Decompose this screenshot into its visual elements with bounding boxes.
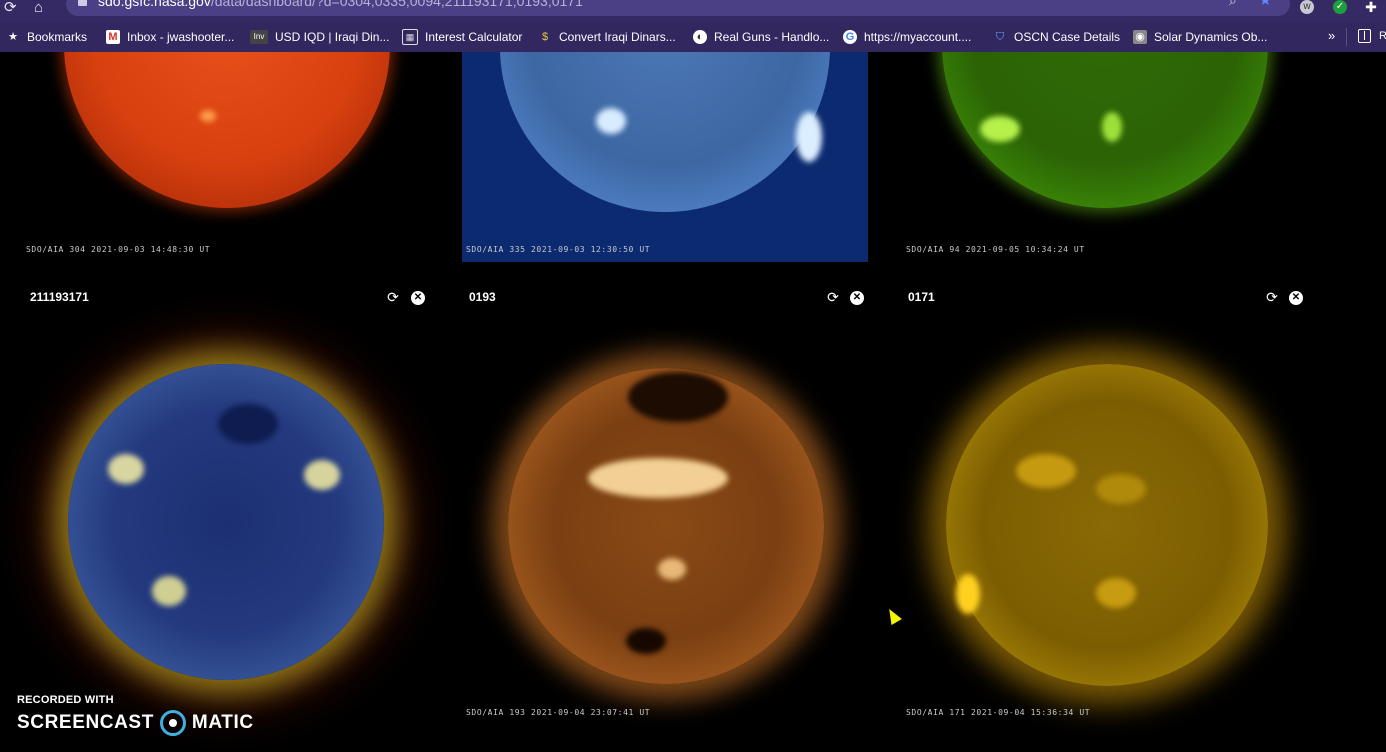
panel-header-0193: 0193 ⟳ ✕ [469,286,869,310]
close-icon[interactable]: ✕ [1289,291,1303,305]
sun-image-94 [942,52,1268,208]
bookmark-item[interactable]: M Inbox - jwashooter... [106,22,234,52]
bookmark-item[interactable]: Ghttps://myaccount.... [843,22,971,52]
url-text: sdo.gsfc.nasa.gov/data/dashboard/?d=0304… [98,0,583,9]
close-icon[interactable]: ✕ [411,291,425,305]
bookmark-item[interactable]: ◐ Real Guns - Handlo... [693,22,829,52]
refresh-icon[interactable]: ⟳ [826,290,840,305]
panel-header-0171: 0171 ⟳ ✕ [908,286,1308,310]
calculator-icon: ▦ [402,29,418,45]
image-caption: SDO/AIA 335 2021-09-03 12:30:50 UT [466,245,651,254]
image-caption: SDO/AIA 94 2021-09-05 10:34:24 UT [906,245,1085,254]
investing-icon: Inv [250,30,268,44]
separator [1346,28,1347,46]
address-bar[interactable]: sdo.gsfc.nasa.gov/data/dashboard/?d=0304… [66,0,1290,16]
sdo-image-panel-211193171[interactable] [22,322,428,730]
reading-list-icon[interactable] [1358,29,1371,43]
refresh-icon[interactable]: ⟳ [386,290,400,305]
refresh-icon[interactable]: ⟳ [1265,290,1279,305]
reload-icon[interactable]: ⟳ [4,0,17,19]
globe-icon: ◐ [693,30,707,44]
gmail-icon: M [106,30,120,44]
close-icon[interactable]: ✕ [850,291,864,305]
shield-icon: ⛉ [995,31,1005,43]
sun-image-335 [500,52,830,212]
reading-list-label: R [1379,30,1386,42]
sdo-image-panel-0193[interactable]: SDO/AIA 193 2021-09-04 23:07:41 UT [462,322,868,730]
bookmark-item[interactable]: Inv USD IQD | Iraqi Din... [250,22,389,52]
image-caption: SDO/AIA 171 2021-09-04 15:36:34 UT [906,708,1091,717]
more-bookmarks-icon[interactable]: » [1328,28,1335,43]
search-icon[interactable]: ⌕ [1229,0,1237,8]
sdo-icon: ◉ [1133,30,1147,44]
browser-toolbar: ⟳ ⌂ sdo.gsfc.nasa.gov/data/dashboard/?d=… [0,0,1386,22]
sun-image-211193171 [68,364,384,680]
sdo-image-panel-0171[interactable]: SDO/AIA 171 2021-09-04 15:36:34 UT [902,322,1308,730]
check-extension-icon[interactable]: ✓ [1333,0,1347,14]
sdo-image-panel-304[interactable]: SDO/AIA 304 2021-09-03 14:48:30 UT [22,52,428,262]
image-caption: SDO/AIA 304 2021-09-03 14:48:30 UT [26,245,211,254]
sdo-image-panel-94[interactable]: SDO/AIA 94 2021-09-05 10:34:24 UT [902,52,1308,262]
puzzle-icon[interactable]: ✚ [1364,0,1378,14]
lock-icon [78,0,87,6]
panel-title: 211193171 [30,290,89,304]
mouse-cursor-icon [884,606,902,625]
image-caption: SDO/AIA 193 2021-09-04 23:07:41 UT [466,708,651,717]
home-icon[interactable]: ⌂ [34,0,43,19]
google-icon: G [843,30,857,44]
sdo-image-panel-335[interactable]: SDO/AIA 335 2021-09-03 12:30:50 UT [462,52,868,262]
watermark-small-text: RECORDED WITH [17,694,114,706]
watermark-brand: SCREENCAST MATIC [17,710,254,736]
bookmark-item[interactable]: $ Convert Iraqi Dinars... [538,22,676,52]
bookmarks-bar: ★ Bookmarks M Inbox - jwashooter... Inv USD… [0,22,1386,52]
bookmark-item[interactable]: ⛉ OSCN Case Details [993,22,1120,52]
screencast-logo-icon [159,710,186,736]
panel-header-211193171: 211193171 ⟳ ✕ [30,286,430,310]
screencast-watermark: RECORDED WITH SCREENCAST MATIC [17,694,254,736]
bookmark-item[interactable]: ◉ Solar Dynamics Ob... [1133,22,1267,52]
extension-w-icon[interactable]: w [1300,0,1314,14]
sun-image-0171 [946,364,1268,686]
bookmark-star-icon[interactable]: ★ [1259,0,1272,8]
sun-image-0193 [508,368,824,684]
currency-icon: $ [541,31,549,43]
bookmark-item[interactable]: ★ Bookmarks [6,22,87,52]
sun-image-304 [64,52,390,208]
bookmark-item[interactable]: ▦ Interest Calculator [402,22,522,52]
panel-title: 0171 [908,290,935,304]
panel-title: 0193 [469,290,496,304]
star-icon: ★ [8,31,18,43]
